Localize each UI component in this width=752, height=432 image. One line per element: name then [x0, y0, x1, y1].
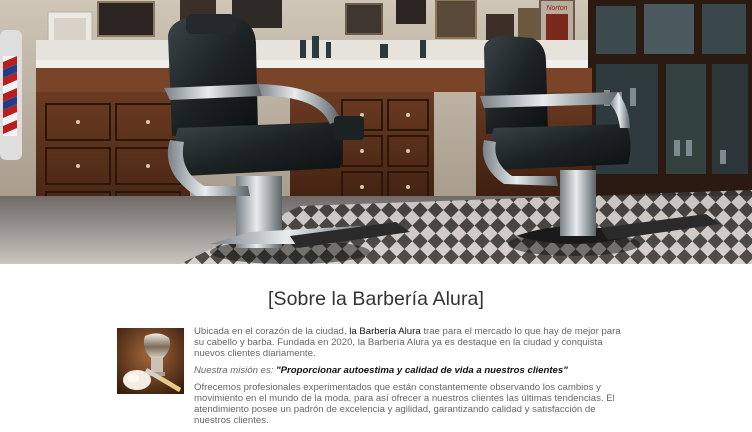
- intro-text-start: Ubicada en el corazón de la ciudad,: [194, 326, 350, 337]
- mission-label: Nuestra misión es:: [194, 365, 277, 376]
- about-text: Ubicada en el corazón de la ciudad, la B…: [194, 326, 626, 432]
- mission-quote: "Proporcionar autoestima y calidad de vi…: [276, 365, 568, 376]
- mission-paragraph: Nuestra misión es: "Proporcionar autoest…: [194, 365, 626, 376]
- hero-banner: Norton: [0, 0, 752, 264]
- about-intro-paragraph: Ubicada en el corazón de la ciudad, la B…: [194, 326, 626, 359]
- brand-name: la Barbería Alura: [349, 326, 421, 337]
- about-photo: [117, 328, 184, 394]
- hero-image: Norton: [0, 0, 752, 264]
- services-paragraph: Ofrecemos profesionales experimentados q…: [194, 382, 615, 426]
- norton-sign: Norton: [546, 5, 567, 12]
- shaving-brush-image: [117, 328, 184, 394]
- barber-pole: [0, 30, 22, 160]
- section-title: [Sobre la Barbería Alura]: [267, 288, 485, 310]
